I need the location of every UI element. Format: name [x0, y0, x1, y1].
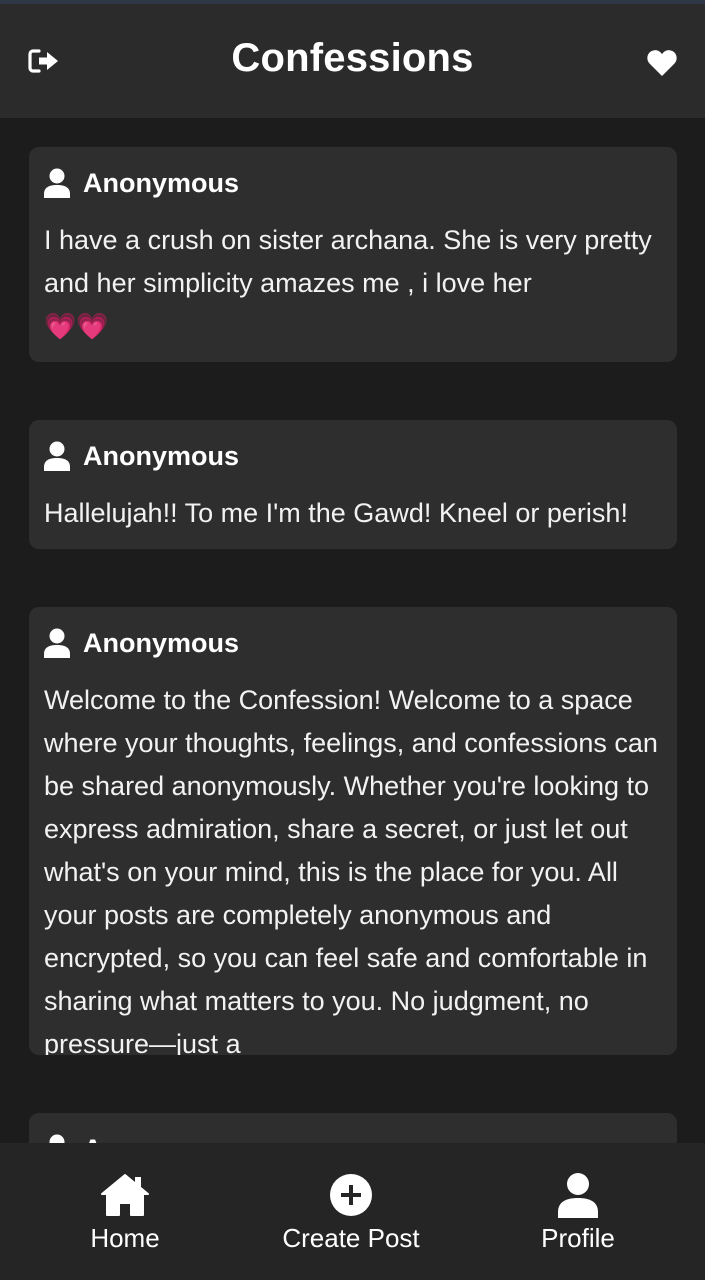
top-app-bar: Confessions	[0, 4, 705, 118]
heart-icon[interactable]	[646, 48, 678, 78]
user-icon	[49, 1134, 65, 1143]
home-icon	[101, 1174, 149, 1216]
plus-circle-icon	[330, 1174, 372, 1216]
author-name: Anonymous	[83, 1134, 239, 1144]
tab-create-post[interactable]: Create Post	[241, 1143, 461, 1280]
post-author: Anonymous	[44, 1131, 662, 1143]
author-name: Anonymous	[83, 167, 240, 198]
user-icon	[44, 168, 70, 198]
user-icon	[44, 441, 70, 471]
app-root: Confessions Anonymous I have a crush on …	[0, 0, 705, 1280]
author-name: Anonymous	[83, 440, 240, 471]
post-author: Anonymous	[44, 165, 662, 201]
user-icon	[558, 1173, 598, 1218]
page-title: Confessions	[231, 36, 474, 80]
post-author: Anonymous	[44, 625, 662, 661]
post-text: Welcome to the Confession! Welcome to a …	[44, 685, 658, 1055]
user-icon	[44, 628, 70, 658]
tab-profile-label: Profile	[541, 1223, 615, 1253]
post-body: I have a crush on sister archana. She is…	[44, 225, 652, 298]
post-text: I have a crush on sister archana. She is…	[44, 219, 662, 348]
heart-emoji: 💗💗	[44, 311, 109, 341]
tab-create-post-label: Create Post	[282, 1223, 420, 1253]
tab-profile[interactable]: Profile	[468, 1143, 688, 1280]
post-author: Anonymous	[44, 438, 662, 474]
confession-card[interactable]: Anonymous I have a crush on sister archa…	[29, 147, 677, 362]
tab-home[interactable]: Home	[15, 1143, 235, 1280]
bottom-tab-bar: Home Create Post Profile	[0, 1143, 705, 1280]
confession-feed[interactable]: Anonymous I have a crush on sister archa…	[0, 118, 705, 1143]
confession-card[interactable]: Anonymous	[29, 1113, 677, 1143]
author-name: Anonymous	[83, 627, 240, 658]
tab-home-label: Home	[90, 1223, 160, 1253]
post-text: Hallelujah!! To me I'm the Gawd! Kneel o…	[44, 498, 628, 528]
confession-card[interactable]: Anonymous Welcome to the Confession! Wel…	[29, 607, 677, 1055]
confession-card[interactable]: Anonymous Hallelujah!! To me I'm the Gaw…	[29, 420, 677, 549]
